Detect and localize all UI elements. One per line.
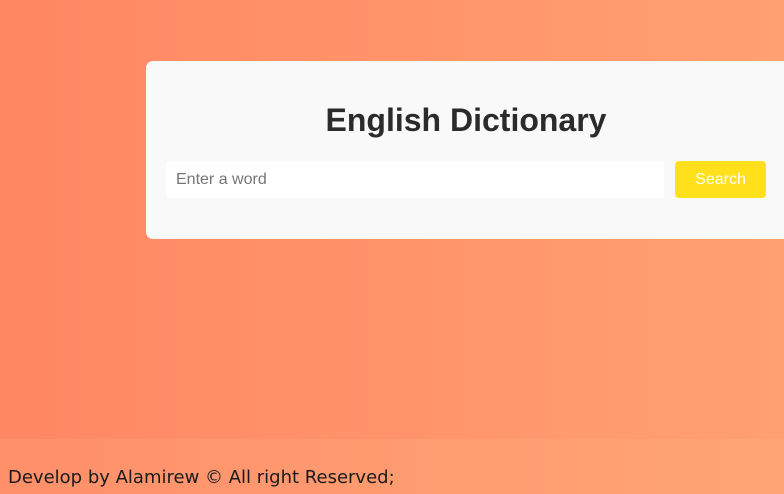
dictionary-card: English Dictionary Search [146,61,784,239]
search-input[interactable] [166,161,664,198]
footer-copyright: Develop by Alamirew © All right Reserved… [8,467,395,488]
footer: Develop by Alamirew © All right Reserved… [0,439,784,494]
search-button[interactable]: Search [675,161,766,198]
page-title: English Dictionary [325,102,607,138]
